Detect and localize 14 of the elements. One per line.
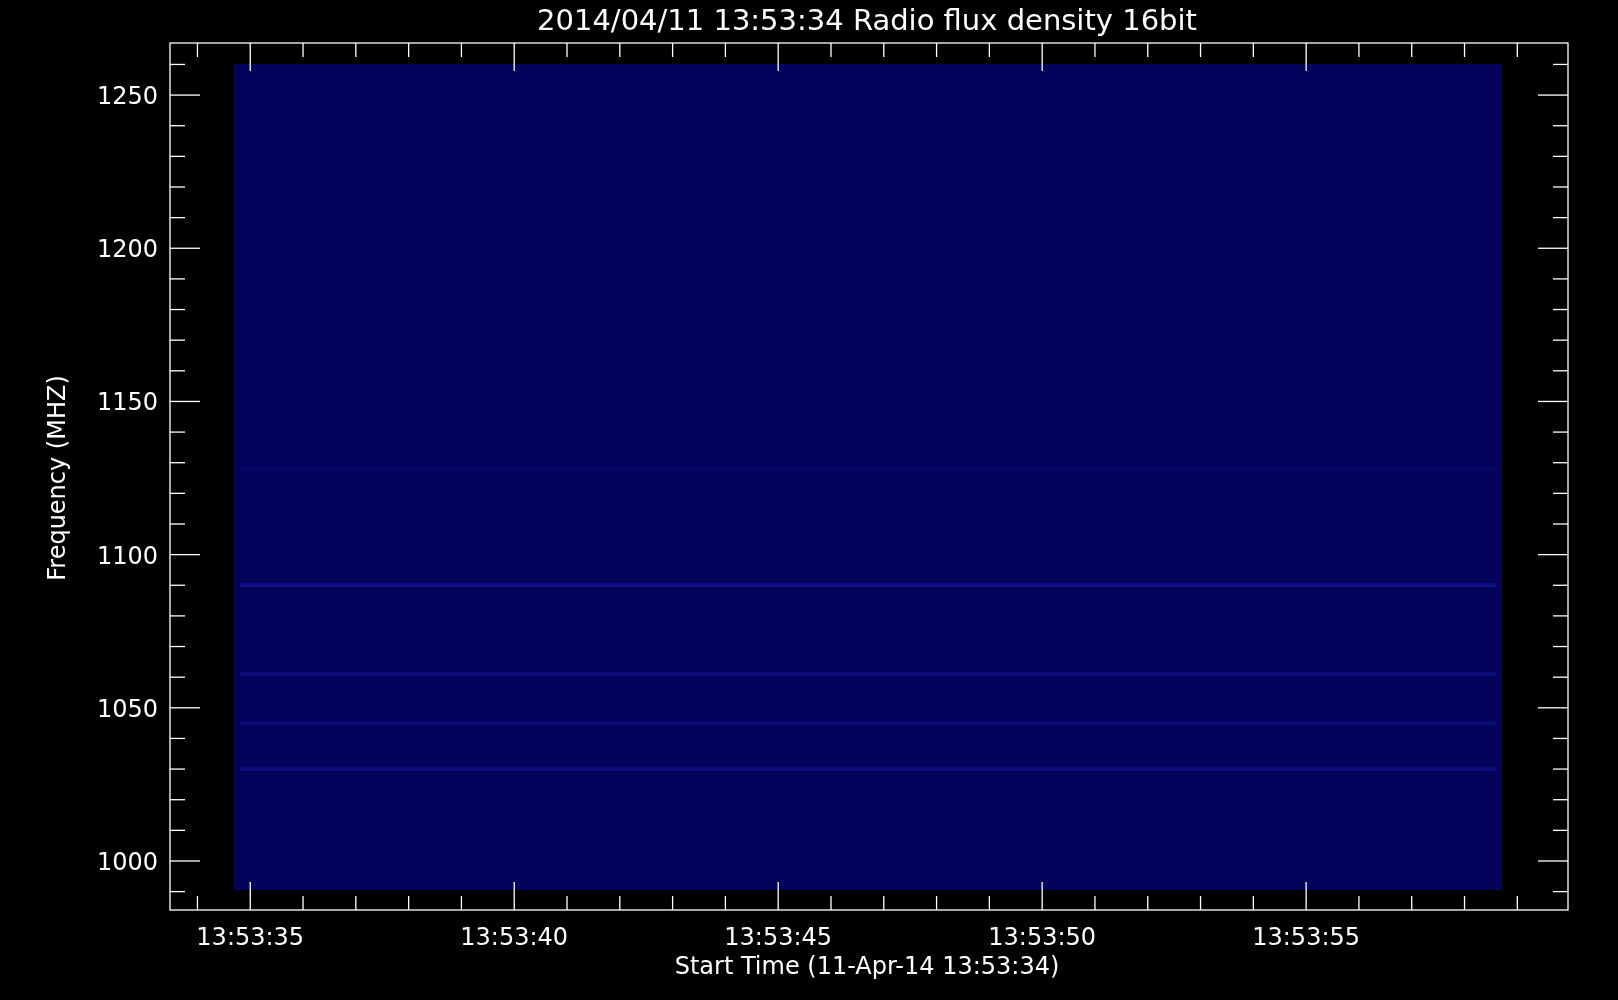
y-tick-label: 1250 — [96, 82, 158, 111]
x-tick-label: 13:53:35 — [196, 923, 305, 951]
x-tick-label: 13:53:45 — [724, 923, 833, 951]
x-tick-label: 13:53:55 — [1252, 923, 1361, 951]
y-tick-label: 1150 — [96, 388, 158, 417]
y-tick-label: 1000 — [96, 848, 158, 876]
x-tick-label: 13:53:50 — [988, 923, 1097, 951]
x-tick-label: 13:53:40 — [460, 923, 569, 951]
y-tick-label: 1050 — [96, 694, 158, 723]
plot-title: 2014/04/11 13:53:34 Radio flux density 16bit — [537, 3, 1197, 37]
y-axis-label: Frequency (MHZ) — [43, 375, 71, 581]
y-tick-label: 1200 — [96, 235, 158, 264]
x-axis-label: Start Time (11-Apr-14 13:53:34) — [674, 952, 1060, 980]
y-tick-label: 1100 — [96, 541, 158, 570]
